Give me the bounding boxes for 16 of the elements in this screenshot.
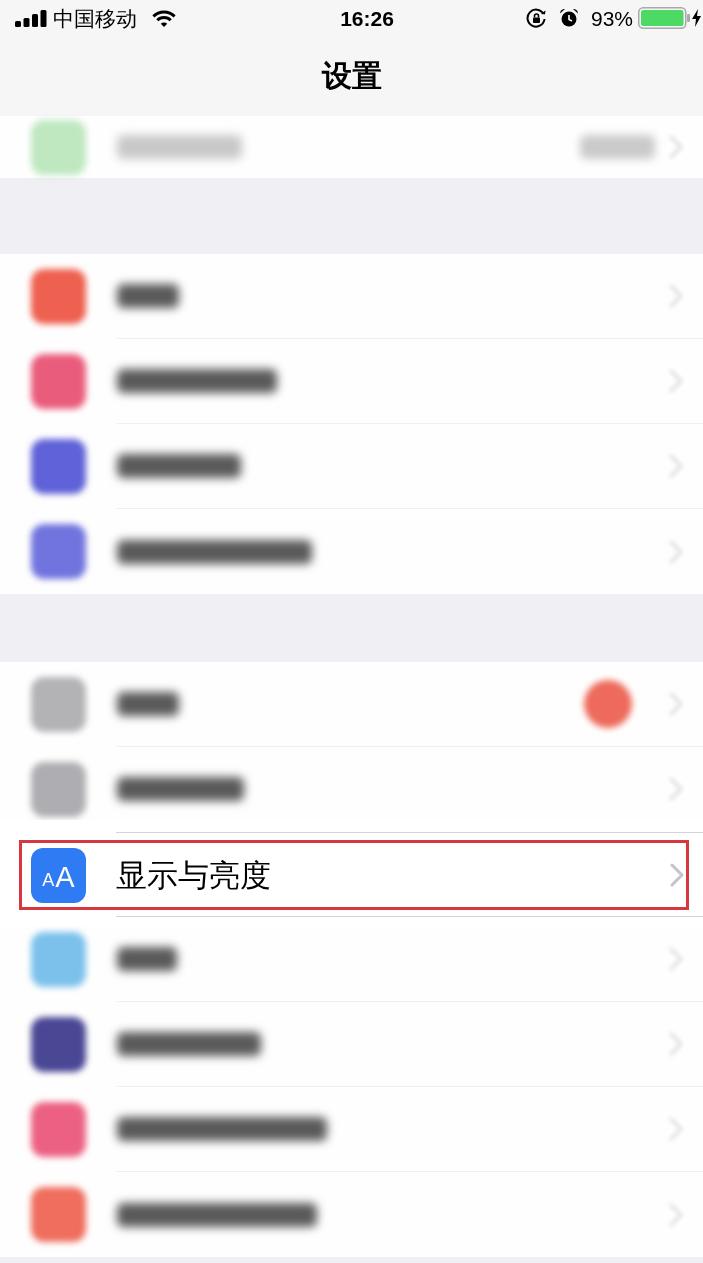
settings-row[interactable]: AA 显示与亮度 (19, 840, 689, 910)
alarm-clock-icon (558, 8, 579, 28)
battery-percentage: 93% (590, 7, 633, 29)
rotation-lock-icon (525, 7, 547, 29)
chevron-icon (670, 863, 684, 887)
clock-time: 16:26 (339, 7, 394, 29)
carrier-name: 中国移动 (53, 7, 137, 29)
battery-icon (638, 7, 690, 29)
page-title: 设置 (321, 61, 382, 91)
signal-icon (15, 9, 47, 27)
charging-bolt-icon (692, 9, 701, 27)
blurred-label (117, 692, 179, 716)
blurred-label (117, 947, 177, 971)
text-size-icon: AA (31, 847, 86, 903)
wifi-icon (151, 8, 177, 28)
blurred-label (117, 284, 179, 308)
